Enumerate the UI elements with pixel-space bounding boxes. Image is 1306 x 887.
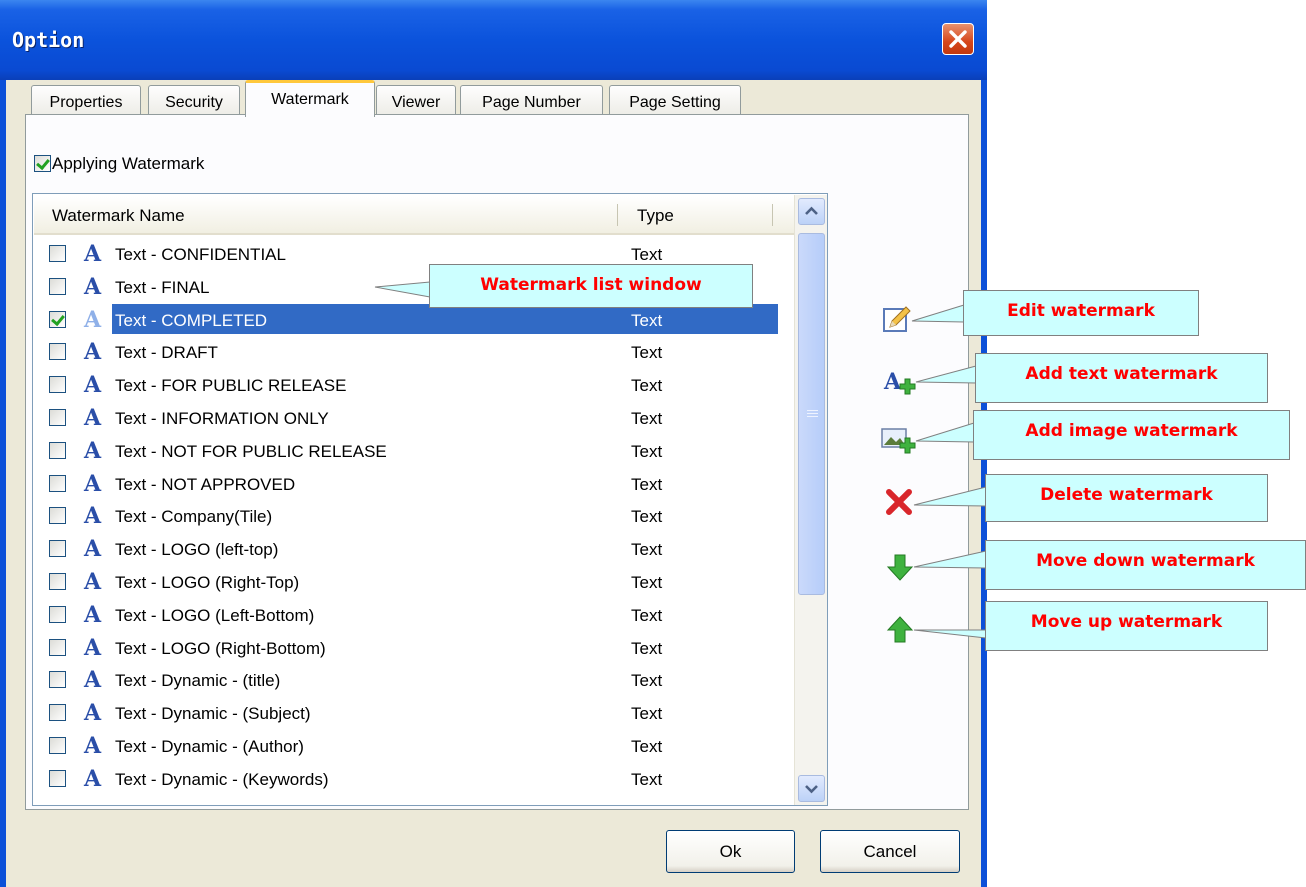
callout-edit-watermark: Edit watermark [963,290,1199,336]
callout-move-up-watermark: Move up watermark [985,601,1268,651]
callout-add-text-watermark: Add text watermark [975,353,1268,403]
callout-add-image-watermark: Add image watermark [973,410,1290,460]
callout-move-down-watermark: Move down watermark [985,540,1306,590]
callout-delete-watermark: Delete watermark [985,474,1268,522]
callout-watermark-list: Watermark list window [429,264,753,308]
